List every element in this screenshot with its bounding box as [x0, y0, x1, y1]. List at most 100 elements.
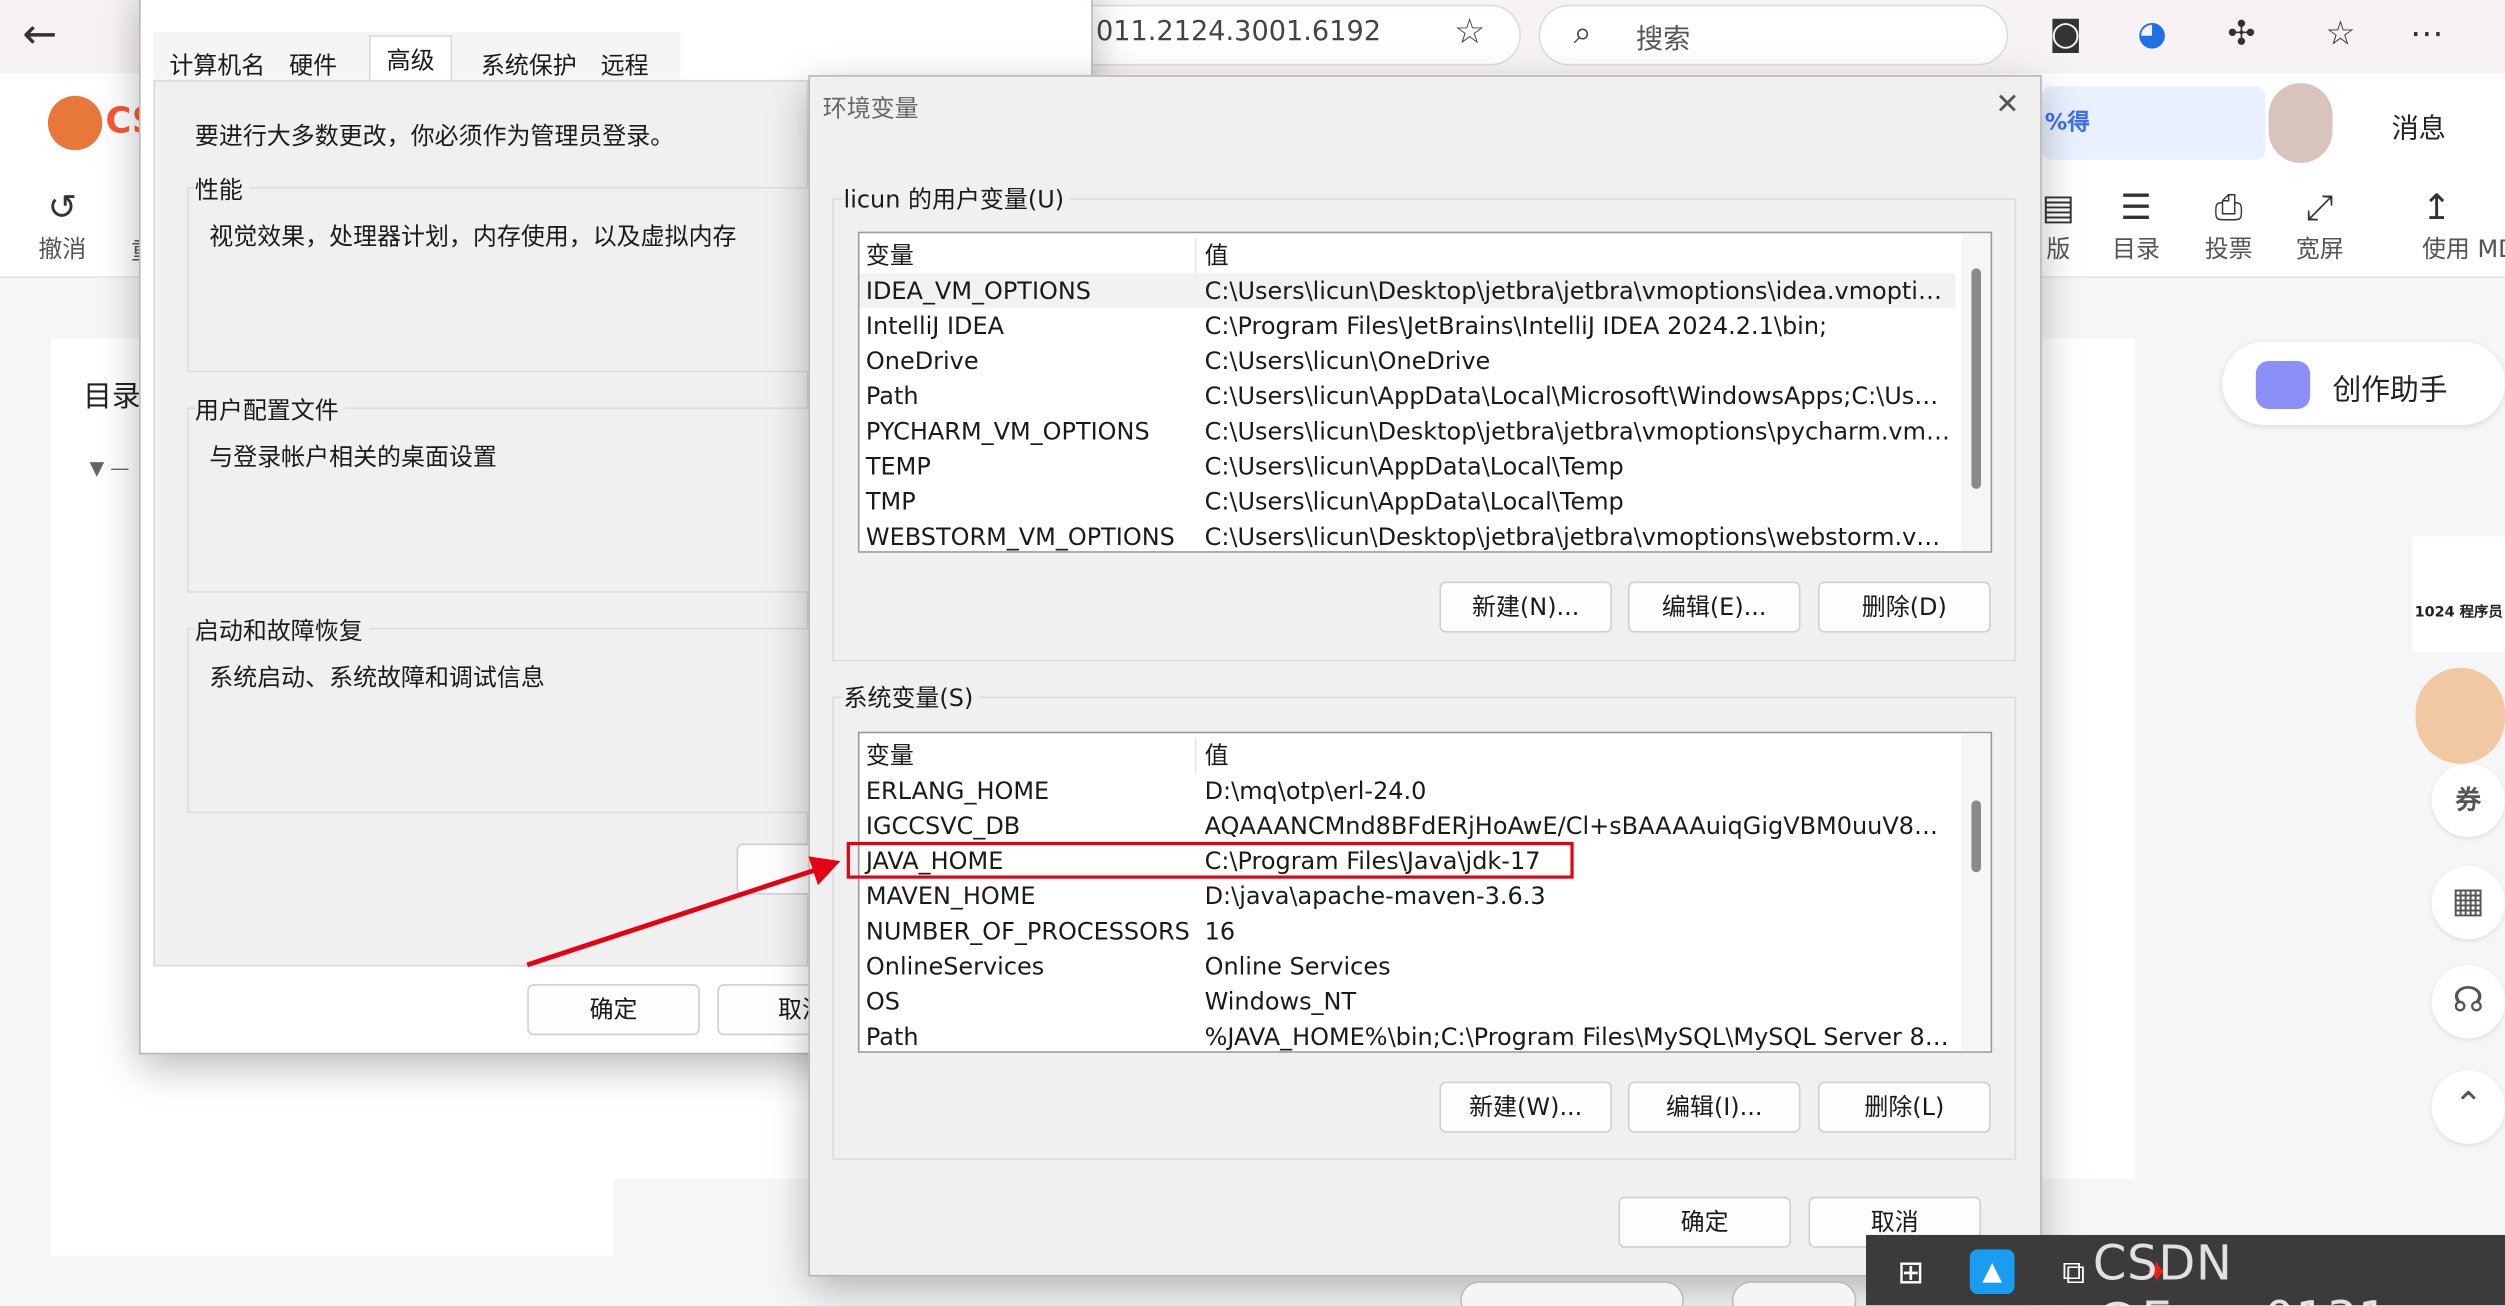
undo-button[interactable]: ↺ 撤消 [38, 189, 86, 266]
performance-title: 性能 [194, 172, 250, 207]
games-icon[interactable]: ◙ [2045, 14, 2087, 52]
system-delete-button[interactable]: 删除(L) [1818, 1081, 1991, 1133]
table-row[interactable]: MAVEN_HOME D:\java\apache-maven-3.6.3 [860, 879, 1956, 914]
more-icon[interactable]: ⋯ [2406, 14, 2448, 52]
tab-remote[interactable]: 远程 [601, 48, 649, 82]
user-profiles-group [186, 407, 818, 593]
csdn-logo-icon[interactable] [47, 95, 103, 151]
widescreen-button[interactable]: ⤢ 宽屏 [2296, 189, 2344, 266]
table-row[interactable]: Path C:\Users\licun\AppData\Local\Microso… [860, 379, 1956, 414]
java-home-highlight-box [846, 841, 1574, 879]
annotation-arrow [526, 856, 841, 968]
user-new-button[interactable]: 新建(N)... [1439, 581, 1612, 633]
address-text[interactable]: 011.2124.3001.6192 [1096, 16, 1381, 48]
windows-start-icon[interactable]: ⊞ [1888, 1249, 1933, 1294]
tab-computer-name[interactable]: 计算机名 [169, 48, 265, 82]
toc-title: 目录 [83, 380, 141, 414]
vote-label: 投票 [2204, 234, 2253, 264]
system-properties-ok-button[interactable]: 确定 [527, 984, 700, 1036]
performance-group [186, 186, 818, 373]
toc-expand-icon[interactable]: ▼ — [89, 457, 129, 479]
back-arrow-icon[interactable]: ← [22, 10, 80, 61]
vote-icon: ⎙ [2214, 188, 2243, 229]
extensions-icon[interactable]: ✣ [2221, 14, 2263, 52]
use-md-button[interactable]: ↥ 使用 MD [2422, 189, 2505, 266]
variable-name: WEBSTORM_VM_OPTIONS [865, 522, 1175, 552]
mascot-image[interactable] [2415, 667, 2505, 764]
coupon-icon[interactable]: 券 [2431, 763, 2505, 838]
toc-first-item[interactable]: — [110, 457, 129, 479]
startup-recovery-description: 系统启动、系统故障和调试信息 [209, 663, 545, 692]
table-row[interactable]: NUMBER_OF_PROCESSORS 16 [860, 914, 1956, 949]
toc-button[interactable]: ☰ 目录 [2112, 189, 2160, 266]
user-delete-button[interactable]: 删除(D) [1818, 581, 1991, 633]
markdown-icon: ↥ [2421, 188, 2452, 229]
column-divider[interactable] [1195, 738, 1197, 774]
table-row[interactable]: OneDrive C:\Users\licun\OneDrive [860, 343, 1956, 378]
column-header-variable[interactable]: 变量 [866, 738, 914, 773]
table-row[interactable]: TEMP C:\Users\licun\AppData\Local\Temp [860, 449, 1956, 484]
column-header-variable[interactable]: 变量 [866, 238, 914, 273]
user-variables-title: licun 的用户变量(U) [841, 182, 1071, 216]
headset-icon[interactable]: ☊ [2431, 964, 2505, 1039]
user-list-scrollbar[interactable] [1961, 233, 1991, 552]
environment-ok-button[interactable]: 确定 [1618, 1196, 1791, 1248]
table-row[interactable]: Path %JAVA_HOME%\bin;C:\Program Files\MyS… [860, 1019, 1956, 1052]
event-badge-1024[interactable]: 1024 程序员 [2412, 536, 2505, 652]
table-row[interactable]: IGCCSVC_DB AQAAANCMnd8BFdERjHoAwE/Cl+sBAA… [860, 808, 1956, 843]
variable-value: D:\mq\otp\erl-24.0 [1204, 776, 1427, 806]
qrcode-icon[interactable]: ▦ [2431, 865, 2505, 940]
messages-link[interactable]: 消息 [2392, 105, 2446, 145]
annotation-arrow-shaft [526, 866, 819, 968]
table-row[interactable]: OS Windows_NT [860, 984, 1956, 1019]
tab-hardware[interactable]: 硬件 [289, 48, 337, 82]
table-row[interactable]: WEBSTORM_VM_OPTIONS C:\Users\licun\Deskto… [860, 519, 1956, 552]
tab-system-protection[interactable]: 系统保护 [481, 48, 577, 82]
variable-value: Online Services [1204, 952, 1391, 981]
table-row[interactable]: IntelliJ IDEA C:\Program Files\JetBrains\… [860, 308, 1956, 343]
system-variables-list[interactable]: 变量 值 ERLANG_HOME D:\mq\otp\erl-24.0 IGCCSV… [857, 731, 1993, 1053]
table-row[interactable]: PYCHARM_VM_OPTIONS C:\Users\licun\Desktop… [860, 414, 1956, 449]
variable-name: OneDrive [865, 346, 979, 376]
system-edit-button[interactable]: 编辑(I)... [1627, 1081, 1801, 1133]
task-view-icon[interactable]: ⧉ [2051, 1249, 2096, 1294]
table-row[interactable]: TMP C:\Users\licun\AppData\Local\Temp [860, 484, 1956, 519]
system-list-scrollbar[interactable] [1961, 733, 1991, 1052]
variable-name: IntelliJ IDEA [865, 311, 1005, 341]
copilot-icon[interactable]: ◕ [2131, 14, 2173, 52]
variable-name: NUMBER_OF_PROCESSORS [865, 917, 1190, 946]
close-icon[interactable]: ✕ [1995, 88, 2019, 122]
column-header-value[interactable]: 值 [1205, 238, 1953, 273]
star-icon[interactable]: ☆ [1454, 13, 1486, 53]
vote-button[interactable]: ⎙ 投票 [2205, 189, 2253, 266]
variable-value: C:\Users\licun\Desktop\jetbra\jetbra\vmo… [1204, 416, 1953, 446]
system-list-scroll-thumb[interactable] [1971, 800, 1982, 873]
taskbar-pill[interactable] [1731, 1281, 1857, 1306]
template-icon: ▤ [2041, 188, 2075, 229]
system-new-button[interactable]: 新建(W)... [1439, 1081, 1612, 1133]
back-to-top-icon[interactable]: ⌃ [2431, 1070, 2505, 1144]
variable-value: C:\Users\licun\Desktop\jetbra\jetbra\vmo… [1204, 522, 1953, 552]
table-row[interactable]: IDEA_VM_OPTIONS C:\Users\licun\Desktop\je… [859, 273, 1956, 309]
search-input[interactable] [1538, 4, 2009, 66]
column-header-value[interactable]: 值 [1205, 738, 1953, 773]
system-properties-cancel-button[interactable]: 取消 [717, 984, 814, 1036]
user-edit-button[interactable]: 编辑(E)... [1627, 581, 1801, 633]
template-button[interactable]: ▤ 版 [2042, 189, 2075, 266]
table-row[interactable]: ERLANG_HOME D:\mq\otp\erl-24.0 [860, 773, 1956, 808]
column-divider[interactable] [1195, 238, 1197, 274]
favorites-icon[interactable]: ☆ [2320, 14, 2362, 52]
app-store-icon[interactable]: ▲ [1969, 1249, 2015, 1295]
variable-name: Path [865, 381, 919, 411]
search-icon: ⌕ [1573, 12, 1592, 52]
user-variables-list[interactable]: 变量 值 IDEA_VM_OPTIONS C:\Users\licun\Deskt… [857, 231, 1993, 553]
promo-banner[interactable]: %得 [2041, 86, 2266, 160]
variable-name: IGCCSVC_DB [865, 811, 1021, 841]
user-list-scroll-thumb[interactable] [1971, 268, 1982, 489]
variable-name: Path [865, 1022, 919, 1052]
table-row[interactable]: OnlineServices Online Services [860, 949, 1956, 984]
use-md-label: 使用 MD [2421, 234, 2505, 264]
avatar[interactable] [2268, 83, 2333, 163]
dialog-title: 环境变量 [822, 94, 919, 124]
taskbar-pill[interactable] [1460, 1281, 1684, 1306]
